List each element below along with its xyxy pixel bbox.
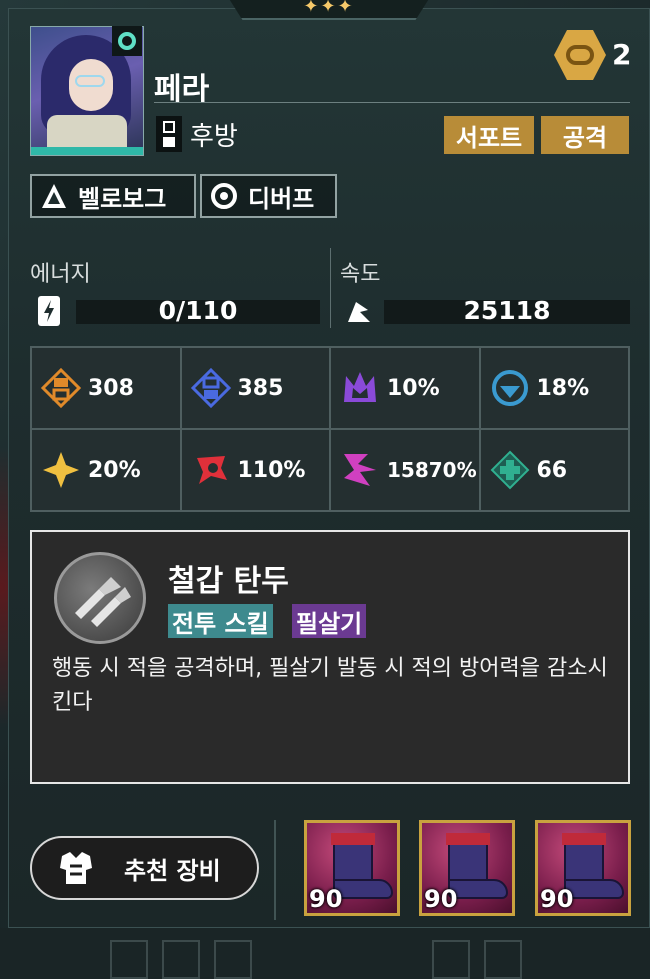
element-ring [118,32,136,50]
power-stat-icon [339,449,381,491]
speed-label: 속도 [340,262,381,287]
star-rating-label: ✦✦✦ [303,0,355,17]
resist-stat-icon [489,367,531,409]
defense-stat-icon [190,367,232,409]
star-rating: ✦✦✦ [226,0,432,20]
attack-stat-icon [40,367,82,409]
debuff-label: 디버프 [248,184,315,213]
portrait-rarity-bar [31,147,143,155]
skill-card: 철갑 탄두 전투 스킬 필살기 행동 시 적을 공격하며, 필살기 발동 시 적… [30,530,630,784]
position-icon-bottom [163,137,175,147]
energy-value: 0/110 [158,296,238,325]
stat-value: 10% [387,375,440,401]
stat-value: 110% [237,457,306,483]
stat-value: 20% [88,457,141,483]
equipment-item[interactable]: 90 [535,820,631,916]
background-tile [484,940,522,979]
crown-stat-icon [339,367,381,409]
stat-value: 308 [88,375,134,401]
boot-cuff [446,833,490,845]
skill-description: 행동 시 적을 공격하며, 필살기 발동 시 적의 방어력을 감소시킨다 [52,656,608,715]
stat-cell: 66 [480,430,628,510]
speed-value: 25118 [463,296,551,325]
stat-cell: 110% [181,430,329,510]
faction-label: 벨로보그 [78,184,167,213]
stat-cell: 385 [181,348,329,428]
skill-tag-battle: 전투 스킬 [168,604,273,638]
role-tag-attack: 공격 [541,116,629,154]
background-tile [162,940,200,979]
skill-tag-ultimate: 필살기 [292,604,367,638]
stat-cell: 20% [32,430,180,510]
equipment-item[interactable]: 90 [304,820,400,916]
currency-icon-inner [566,45,594,65]
stat-value: 18% [536,375,590,401]
faction-icon [40,182,68,210]
faction-chip[interactable]: 벨로보그 [30,174,196,218]
armor-icon [56,848,96,888]
item-level: 90 [309,885,343,913]
debuff-chip[interactable]: 디버프 [200,174,337,218]
skill-icon[interactable] [54,552,146,644]
name-divider [154,102,630,103]
stat-value: 66 [536,457,568,483]
boot-cuff [562,833,606,845]
equipment-item[interactable]: 90 [419,820,515,916]
stat-cell: 308 [32,348,180,428]
stat-divider [330,248,331,328]
crit-damage-icon [190,449,232,491]
portrait-glasses [75,75,105,87]
item-level: 90 [540,885,574,913]
stat-value: 15870% [387,458,477,482]
energy-icon [38,296,60,326]
stat-grid: 308 385 10% 18% 20% 110% 15870% 66 [30,346,630,512]
debuff-swirl-icon [210,182,238,210]
character-position: 후방 [190,122,238,152]
background-tile [110,940,148,979]
background-tile [214,940,252,979]
stat-cell: 18% [480,348,628,428]
bottom-strip [0,928,650,979]
item-level: 90 [424,885,458,913]
heal-stat-icon [489,449,531,491]
recommended-equipment-label: 추천 장비 [124,856,221,885]
position-icon-top [163,121,175,133]
stat-cell: 10% [331,348,479,428]
speed-icon [344,296,374,326]
stat-value: 385 [237,375,284,401]
skill-name: 철갑 탄두 [168,564,289,599]
position-icon [156,116,182,152]
element-badge-icon [112,26,142,56]
recommended-equipment-button[interactable]: 추천 장비 [30,836,259,900]
role-tag-support: 서포트 [444,116,534,154]
crit-rate-icon [40,449,82,491]
boot-cuff [331,833,375,845]
equipment-divider [274,820,276,920]
background-tile [432,940,470,979]
energy-label: 에너지 [30,262,91,287]
stat-cell: 15870% [331,430,479,510]
currency-count: 2 [612,38,632,71]
